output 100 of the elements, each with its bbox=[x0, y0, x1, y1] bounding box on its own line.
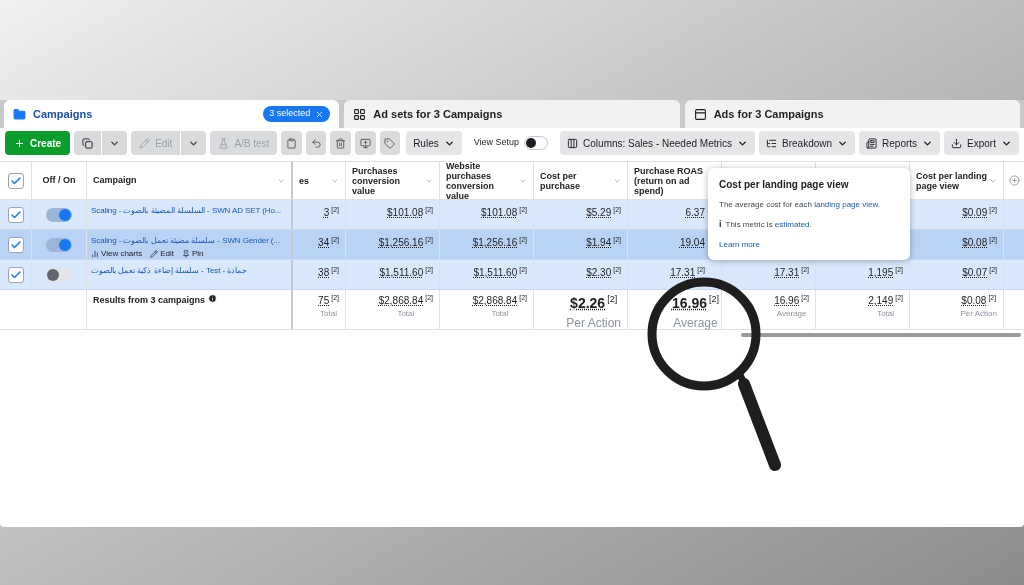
tab[interactable]: Ad sets for 3 Campaigns bbox=[344, 100, 680, 128]
campaign-link[interactable]: Scaling - السلسلة المضيئة بالصوت - SWN AD SET (Ho... bbox=[91, 205, 282, 217]
flask-icon bbox=[218, 137, 230, 149]
tooltip-text: The average cost for each landing page view. bbox=[719, 199, 881, 211]
tag-button[interactable] bbox=[379, 131, 401, 155]
list-icon bbox=[766, 137, 778, 149]
results-summary: Results from 3 campaigns bbox=[93, 294, 206, 307]
checkbox[interactable] bbox=[7, 207, 24, 223]
metric-value: $2,868.84 bbox=[378, 294, 424, 308]
columns-button[interactable]: Columns: Sales - Needed Metrics bbox=[560, 131, 756, 155]
create-button[interactable]: Create bbox=[5, 131, 71, 155]
clipboard-icon bbox=[286, 137, 298, 149]
folder-icon bbox=[13, 107, 26, 121]
row-action[interactable]: Pin bbox=[182, 248, 204, 260]
checkbox[interactable] bbox=[7, 267, 24, 283]
total-caption: Per Action bbox=[566, 315, 621, 332]
column-header: Off / On bbox=[42, 173, 76, 187]
total-caption: Total bbox=[877, 308, 895, 320]
metric-value: 1,195 bbox=[868, 266, 894, 280]
add-column-icon[interactable] bbox=[1008, 175, 1020, 186]
tab-label: Ads for 3 Campaigns bbox=[713, 106, 824, 122]
column-header[interactable]: Campaign bbox=[93, 173, 137, 188]
tag-icon bbox=[384, 137, 396, 149]
undo-button[interactable] bbox=[305, 131, 327, 155]
metric-value: $0.08 bbox=[962, 236, 988, 250]
tab-label: Ad sets for 3 Campaigns bbox=[373, 106, 503, 122]
total-caption: Total bbox=[397, 308, 415, 320]
reports-button[interactable]: Reports bbox=[859, 131, 941, 155]
export-button[interactable]: Export bbox=[944, 131, 1019, 155]
selection-badge[interactable]: 3 selected bbox=[263, 106, 331, 122]
metric-value: 6.37 bbox=[685, 206, 705, 220]
metric-value: $101.08 bbox=[387, 206, 424, 220]
metric-value: $0.09 bbox=[962, 206, 988, 220]
total-caption: Per Action bbox=[960, 308, 997, 320]
clipboard-button[interactable] bbox=[281, 131, 302, 155]
column-header[interactable]: Purchases conversion value bbox=[352, 165, 425, 196]
learn-more-link[interactable]: Learn more bbox=[719, 238, 760, 251]
newspaper-icon bbox=[866, 137, 878, 149]
view-setup-label: View Setup bbox=[473, 136, 520, 150]
checkbox[interactable] bbox=[7, 237, 24, 253]
total-caption: Average bbox=[673, 315, 718, 332]
export-icon-button[interactable] bbox=[355, 131, 376, 155]
tab-label: Campaigns bbox=[33, 106, 93, 122]
columns-icon bbox=[567, 137, 579, 149]
metric-value: $1,511.60 bbox=[473, 266, 518, 280]
column-header[interactable]: Website purchases conversion value bbox=[446, 160, 519, 201]
column-header[interactable]: Cost per purchase bbox=[540, 170, 613, 191]
metric-value: $2.30 bbox=[586, 266, 612, 280]
metric-value: $1,511.60 bbox=[379, 266, 424, 280]
metric-value: $0.08 bbox=[961, 294, 987, 308]
row-action[interactable]: View charts bbox=[91, 248, 143, 260]
bar-chart-icon bbox=[91, 250, 99, 258]
download-icon bbox=[951, 137, 963, 149]
pin-icon bbox=[182, 250, 190, 258]
tab[interactable]: Ads for 3 Campaigns bbox=[684, 100, 1020, 128]
monitor-icon bbox=[359, 137, 371, 149]
campaign-toggle[interactable] bbox=[46, 208, 72, 222]
column-header[interactable]: es bbox=[299, 175, 309, 186]
rules-button[interactable]: Rules bbox=[406, 131, 462, 155]
total-caption: Total bbox=[491, 308, 509, 320]
info-mark: i bbox=[719, 218, 722, 231]
campaign-toggle[interactable] bbox=[46, 268, 72, 282]
total-caption: Total bbox=[320, 308, 337, 320]
dropdown-button[interactable] bbox=[181, 131, 207, 155]
delete-button[interactable] bbox=[330, 131, 352, 155]
metric-value: 3 bbox=[323, 206, 330, 220]
metric-value: $2.26 bbox=[570, 294, 606, 313]
tooltip-link[interactable]: estimated bbox=[774, 219, 810, 229]
campaign-link[interactable]: سلسلة إضاءة ذكية تعمل بالصوت - Test - حمادة bbox=[91, 265, 248, 277]
metric-value: 19.04 bbox=[679, 236, 705, 250]
pencil-icon bbox=[139, 137, 151, 149]
metric-value: 75 bbox=[318, 294, 330, 308]
dropdown-button[interactable] bbox=[102, 131, 128, 155]
metric-value: 16.96 bbox=[774, 294, 800, 308]
duplicate-button[interactable] bbox=[74, 131, 102, 155]
tooltip-link[interactable]: landing page view bbox=[814, 200, 878, 209]
metric-value: $0.07 bbox=[962, 266, 988, 280]
metric-value: $1,256.16 bbox=[378, 236, 424, 250]
close-icon bbox=[315, 109, 325, 119]
campaign-link[interactable]: Scaling - سلسلة مضيئة تعمل بالصوت - SWN Gender (... bbox=[91, 235, 280, 247]
check-icon bbox=[9, 239, 22, 251]
column-header[interactable]: Cost per landing page view bbox=[916, 170, 989, 191]
grid-icon bbox=[353, 107, 367, 121]
tab[interactable]: Campaigns 3 selected bbox=[4, 100, 340, 128]
total-caption: Average bbox=[776, 308, 807, 320]
info-icon[interactable] bbox=[208, 294, 218, 303]
metric-value: 16.96 bbox=[671, 294, 707, 313]
campaign-toggle[interactable] bbox=[46, 238, 72, 252]
metric-value: $101.08 bbox=[481, 206, 518, 220]
breakdown-button[interactable]: Breakdown bbox=[759, 131, 856, 155]
metric-value: 34 bbox=[318, 236, 330, 250]
horizontal-scrollbar[interactable] bbox=[741, 333, 1021, 337]
metric-value: 17.31 bbox=[670, 266, 696, 280]
row-action[interactable]: Edit bbox=[150, 248, 174, 260]
metric-value: 2,149 bbox=[868, 294, 894, 308]
view-setup-switch[interactable] bbox=[524, 136, 549, 150]
metric-value: $2,868.84 bbox=[472, 294, 518, 308]
checkbox[interactable] bbox=[7, 172, 24, 189]
check-icon bbox=[9, 269, 22, 281]
metric-value: $5.29 bbox=[586, 206, 612, 220]
